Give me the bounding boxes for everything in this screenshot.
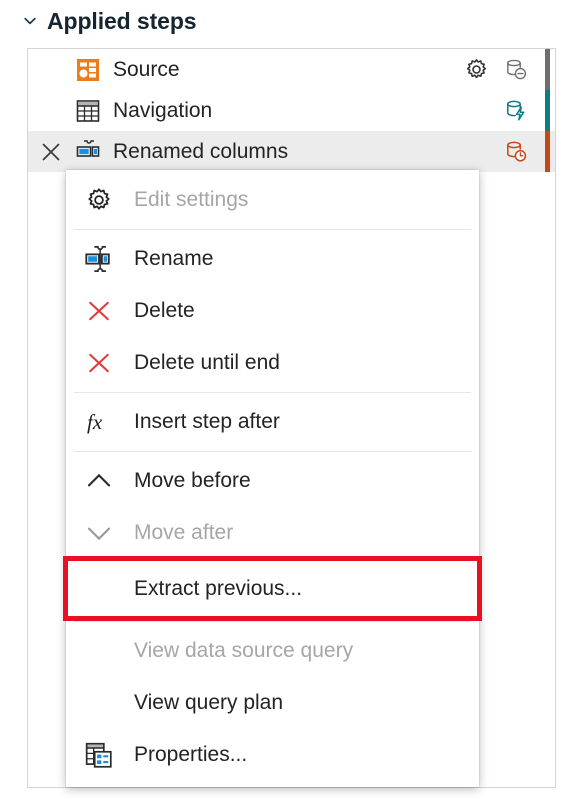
- menu-item-view-query-plan[interactable]: View query plan: [66, 677, 479, 729]
- menu-separator: [74, 229, 471, 230]
- menu-item-label: Extract previous...: [134, 576, 302, 602]
- menu-item-move-before[interactable]: Move before: [66, 455, 479, 507]
- database-clock-icon[interactable]: [501, 137, 531, 167]
- page-title: Applied steps: [47, 8, 197, 34]
- applied-step-row-actions: [501, 131, 555, 172]
- close-x-icon[interactable]: [38, 139, 64, 165]
- applied-step-row-actions: [501, 90, 555, 131]
- fx-function-icon: fx: [82, 405, 116, 439]
- menu-separator: [74, 621, 471, 622]
- table-grid-icon: [74, 97, 102, 125]
- applied-step-row-navigation[interactable]: Navigation: [28, 90, 555, 131]
- applied-step-label: Navigation: [113, 98, 212, 124]
- rename-icon: [82, 242, 116, 276]
- menu-separator: [74, 451, 471, 452]
- delete-x-icon: [82, 294, 116, 328]
- svg-text:fx: fx: [87, 410, 103, 434]
- menu-item-label: Move after: [134, 520, 233, 546]
- source-table-icon: [74, 56, 102, 84]
- menu-item-delete[interactable]: Delete: [66, 285, 479, 337]
- menu-item-label: Delete: [134, 298, 195, 324]
- database-minus-icon[interactable]: [501, 55, 531, 85]
- applied-step-label: Renamed columns: [113, 139, 288, 165]
- menu-item-label: Rename: [134, 246, 213, 272]
- menu-item-label: Properties...: [134, 742, 247, 768]
- applied-steps-header[interactable]: Applied steps: [22, 4, 197, 38]
- database-lightning-icon[interactable]: [501, 96, 531, 126]
- menu-item-label: View data source query: [134, 638, 353, 664]
- menu-item-edit-settings[interactable]: Edit settings: [66, 174, 479, 226]
- menu-item-rename[interactable]: Rename: [66, 233, 479, 285]
- fold-status-bar: [545, 131, 550, 172]
- applied-step-context-menu: Edit settings Rename: [66, 170, 479, 787]
- menu-item-delete-until-end[interactable]: Delete until end: [66, 337, 479, 389]
- rename-columns-icon: [74, 138, 102, 166]
- properties-table-icon: [82, 738, 116, 772]
- fold-status-bar: [545, 49, 550, 90]
- gear-icon: [82, 183, 116, 217]
- menu-item-label: Insert step after: [134, 409, 280, 435]
- applied-step-row-actions: [461, 49, 555, 90]
- menu-item-label: Delete until end: [134, 350, 280, 376]
- menu-item-extract-previous[interactable]: Extract previous...: [66, 559, 479, 618]
- gear-icon[interactable]: [461, 55, 491, 85]
- menu-item-view-data-source-query[interactable]: View data source query: [66, 625, 479, 677]
- menu-separator: [74, 392, 471, 393]
- chevron-up-icon: [82, 464, 116, 498]
- applied-steps-screen: Applied steps Source: [0, 0, 581, 801]
- menu-item-label: Move before: [134, 468, 251, 494]
- fold-status-bar: [545, 90, 550, 131]
- applied-step-label: Source: [113, 57, 180, 83]
- applied-step-row-source[interactable]: Source: [28, 49, 555, 90]
- applied-step-row-renamed-columns[interactable]: Renamed columns: [28, 131, 555, 172]
- delete-x-icon: [82, 346, 116, 380]
- menu-item-properties[interactable]: Properties...: [66, 729, 479, 781]
- menu-item-label: View query plan: [134, 690, 283, 716]
- menu-item-label: Edit settings: [134, 187, 248, 213]
- menu-item-move-after[interactable]: Move after: [66, 507, 479, 559]
- menu-item-insert-step-after[interactable]: fx Insert step after: [66, 396, 479, 448]
- chevron-down-icon: [82, 516, 116, 550]
- chevron-down-icon[interactable]: [22, 13, 38, 29]
